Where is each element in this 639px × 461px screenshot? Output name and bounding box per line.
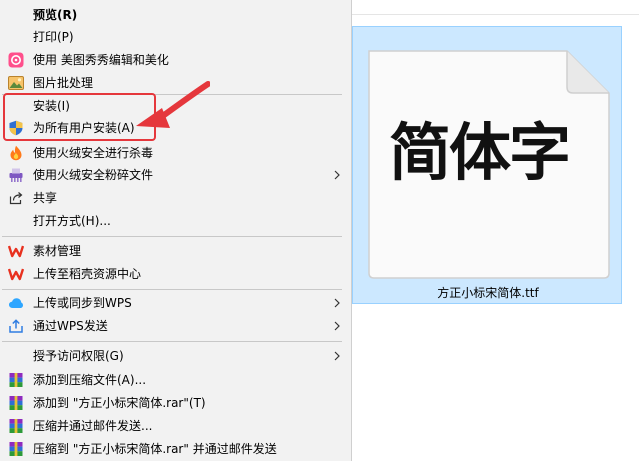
menu-separator (2, 236, 342, 237)
menu-item-compress-rar-email[interactable]: 压缩到 "方正小标宋简体.rar" 并通过邮件发送 (0, 438, 352, 460)
winrar-icon (9, 396, 23, 410)
meitu-icon (8, 52, 24, 68)
share-icon (9, 192, 23, 205)
menu-item-label: 共享 (33, 191, 58, 205)
winrar-icon (9, 442, 23, 456)
submenu-chevron-right-icon (334, 298, 340, 308)
menu-item-add-to-rar[interactable]: 添加到 "方正小标宋简体.rar"(T) (0, 392, 352, 414)
menu-item-label: 通过WPS发送 (33, 319, 108, 333)
menu-item-compress-email[interactable]: 压缩并通过邮件发送... (0, 415, 352, 437)
wps-icon (8, 245, 24, 258)
winrar-icon (9, 419, 23, 433)
menu-item-label: 授予访问权限(G) (33, 349, 124, 363)
menu-item-huorong-scan[interactable]: 使用火绒安全进行杀毒 (0, 142, 352, 164)
shredder-icon (9, 168, 23, 182)
menu-item-label: 添加到 "方正小标宋简体.rar"(T) (33, 396, 206, 410)
file-item-selected[interactable]: 简体字 方正小标宋简体.ttf (352, 26, 622, 304)
menu-item-label: 打开方式(H)... (33, 214, 111, 228)
cloud-icon (9, 298, 23, 308)
menu-item-label: 预览(R) (33, 8, 78, 22)
menu-item-grant-access[interactable]: 授予访问权限(G) (0, 345, 352, 367)
menu-item-upload-docer[interactable]: 上传至稻壳资源中心 (0, 263, 352, 285)
menu-item-add-to-archive[interactable]: 添加到压缩文件(A)... (0, 369, 352, 391)
menu-item-label: 使用 美图秀秀编辑和美化 (33, 53, 169, 67)
huorong-flame-icon (10, 145, 22, 161)
menu-item-print[interactable]: 打印(P) (0, 26, 352, 48)
send-icon (9, 319, 23, 333)
menu-separator (2, 341, 342, 342)
file-name-label: 方正小标宋简体.ttf (437, 286, 539, 300)
menu-item-label: 压缩并通过邮件发送... (33, 419, 153, 433)
menu-item-label: 使用火绒安全进行杀毒 (33, 146, 154, 160)
menu-item-share[interactable]: 共享 (0, 187, 352, 209)
explorer-top-bar (352, 0, 639, 15)
menu-item-send-wps[interactable]: 通过WPS发送 (0, 315, 352, 337)
menu-item-label: 添加到压缩文件(A)... (33, 373, 147, 387)
submenu-chevron-right-icon (334, 351, 340, 361)
menu-item-label: 上传至稻壳资源中心 (33, 267, 142, 281)
menu-item-preview[interactable]: 预览(R) (0, 4, 352, 26)
menu-item-sync-wps[interactable]: 上传或同步到WPS (0, 292, 352, 314)
wps-icon (8, 268, 24, 281)
menu-item-open-with[interactable]: 打开方式(H)... (0, 210, 352, 232)
menu-item-label: 上传或同步到WPS (33, 296, 132, 310)
context-menu: 预览(R) 打印(P) 使用 美图秀秀编辑和美化 图片批处理 安装(I) 为所有… (0, 0, 352, 461)
menu-item-label: 打印(P) (33, 30, 74, 44)
annotation-arrow-icon (136, 81, 210, 128)
menu-item-meitu-edit[interactable]: 使用 美图秀秀编辑和美化 (0, 49, 352, 71)
submenu-chevron-right-icon (334, 321, 340, 331)
menu-item-label: 压缩到 "方正小标宋简体.rar" 并通过邮件发送 (33, 442, 277, 456)
winrar-icon (9, 373, 23, 387)
menu-item-label: 素材管理 (33, 244, 82, 258)
font-preview-glyphs: 简体字 (388, 116, 571, 189)
menu-separator (2, 289, 342, 290)
image-batch-icon (8, 76, 24, 90)
menu-item-label: 使用火绒安全粉碎文件 (33, 168, 154, 182)
menu-item-material-manage[interactable]: 素材管理 (0, 240, 352, 262)
menu-item-huorong-shred[interactable]: 使用火绒安全粉碎文件 (0, 164, 352, 186)
submenu-chevron-right-icon (334, 170, 340, 180)
menu-item-label: 图片批处理 (33, 76, 94, 90)
